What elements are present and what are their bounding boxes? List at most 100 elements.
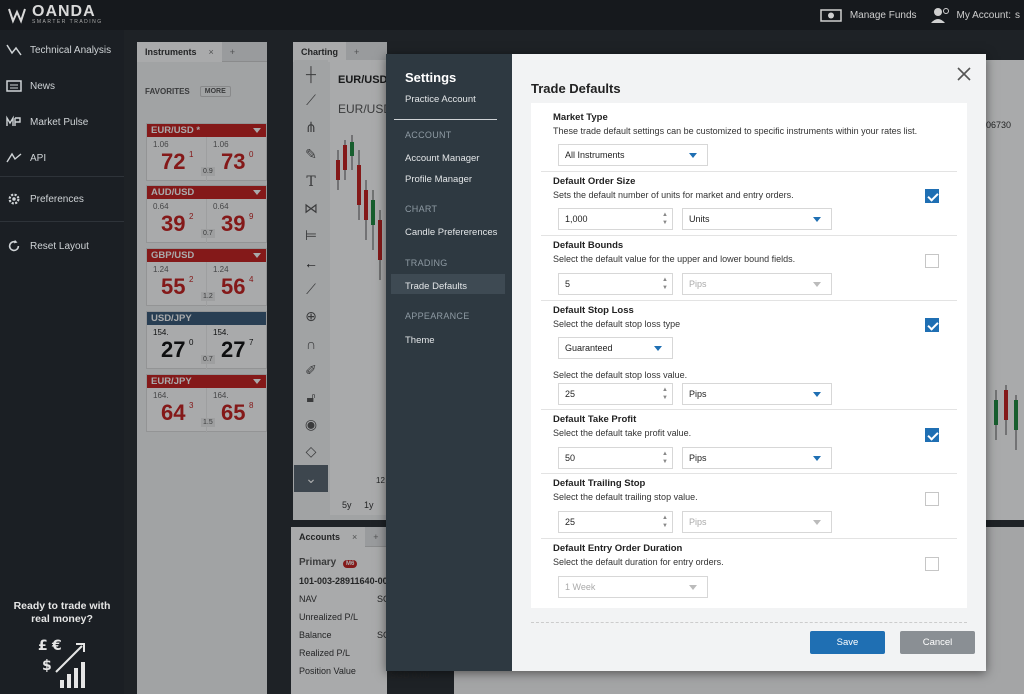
close-icon[interactable]	[956, 66, 972, 82]
my-account-button[interactable]: My Account: s	[930, 7, 1020, 23]
section-description: Select the default stop loss type	[553, 319, 681, 329]
manage-funds-button[interactable]: Manage Funds	[820, 8, 917, 22]
order-size-unit-select[interactable]: Units	[682, 208, 832, 230]
my-account-label: My Account:	[956, 9, 1011, 21]
section-description: Select the default trailing stop value.	[553, 492, 698, 502]
section-description: Select the default value for the upper a…	[553, 254, 796, 264]
divider	[541, 473, 957, 474]
top-bar: OANDA SMARTER TRADING Manage Funds My Ac…	[0, 0, 1024, 30]
nav-preferences[interactable]: Preferences	[0, 177, 124, 221]
select-value: 1 Week	[565, 582, 596, 592]
api-icon	[6, 152, 22, 163]
svg-text:$: $	[42, 658, 52, 674]
sidebar-item-theme[interactable]: Theme	[405, 335, 435, 346]
order-size-checkbox[interactable]	[925, 189, 939, 203]
stepper-icon[interactable]: ▲ ▼	[662, 450, 668, 466]
take-profit-unit-select[interactable]: Pips	[682, 447, 832, 469]
nav-api[interactable]: API	[0, 140, 124, 176]
bounds-input[interactable]: 5 ▲ ▼	[558, 273, 673, 295]
cancel-button[interactable]: Cancel	[900, 631, 975, 654]
trailing-stop-input[interactable]: 25 ▲ ▼	[558, 511, 673, 533]
section-description: These trade default settings can be cust…	[553, 126, 918, 136]
entry-duration-select: 1 Week	[558, 576, 708, 598]
bounds-section: Default Bounds Select the default value …	[553, 240, 953, 264]
divider	[541, 409, 957, 410]
stop-loss-unit-select[interactable]: Pips	[682, 383, 832, 405]
divider	[541, 300, 957, 301]
trailing-stop-checkbox[interactable]	[925, 492, 939, 506]
section-title: Default Bounds	[553, 240, 624, 251]
chevron-down-icon	[813, 520, 821, 525]
take-profit-checkbox[interactable]	[925, 428, 939, 442]
stop-loss-value-label: Select the default stop loss value.	[553, 367, 953, 380]
save-button[interactable]: Save	[810, 631, 885, 654]
analysis-icon	[6, 44, 22, 56]
section-title: Default Stop Loss	[553, 305, 634, 316]
input-value: 5	[565, 279, 571, 289]
chevron-down-icon	[813, 282, 821, 287]
nav-reset-layout[interactable]: Reset Layout	[0, 222, 124, 270]
money-icon	[820, 9, 842, 22]
nav-label: API	[30, 152, 47, 164]
section-title: Market Type	[553, 112, 608, 123]
market-type-select[interactable]: All Instruments	[558, 144, 708, 166]
stop-loss-type-select[interactable]: Guaranteed	[558, 337, 673, 359]
nav-technical-analysis[interactable]: Technical Analysis	[0, 32, 124, 68]
reset-icon	[8, 239, 20, 252]
divider	[541, 171, 957, 172]
nav-market-pulse[interactable]: Market Pulse	[0, 104, 124, 140]
money-growth-icon: £ € $	[38, 638, 85, 688]
market-type-section: Market Type These trade default settings…	[553, 112, 953, 136]
section-trading: TRADING	[405, 258, 448, 268]
stepper-icon[interactable]: ▲ ▼	[662, 211, 668, 227]
stop-loss-section: Default Stop Loss Select the default sto…	[553, 305, 953, 329]
settings-content: Trade Defaults Market Type These trade d…	[512, 54, 986, 671]
stepper-icon[interactable]: ▲ ▼	[662, 386, 668, 402]
order-size-section: Default Order Size Sets the default numb…	[553, 176, 953, 200]
nav-news[interactable]: News	[0, 68, 124, 104]
news-icon	[6, 80, 22, 92]
nav-label: Market Pulse	[30, 116, 89, 128]
market-pulse-icon	[6, 115, 21, 126]
brand-name: OANDA	[32, 3, 96, 20]
input-value: 25	[565, 389, 576, 399]
bounds-unit-select: Pips	[682, 273, 832, 295]
promo-banner[interactable]: Ready to trade with real money? £ € $	[0, 600, 124, 694]
sidebar-divider	[394, 119, 497, 120]
section-description: Select the default take profit value.	[553, 428, 692, 438]
svg-text:£: £	[38, 638, 48, 654]
sidebar-item-account-manager[interactable]: Account Manager	[405, 153, 479, 164]
sidebar-item-candle-preferences[interactable]: Candle Prefererences	[405, 227, 497, 238]
divider	[541, 235, 957, 236]
user-settings-icon	[930, 8, 949, 23]
stop-loss-input[interactable]: 25 ▲ ▼	[558, 383, 673, 405]
section-title: Default Entry Order Duration	[553, 543, 683, 554]
sidebar-item-profile-manager[interactable]: Profile Manager	[405, 174, 472, 185]
nav-label: Technical Analysis	[30, 44, 112, 56]
section-title: Default Take Profit	[553, 414, 637, 425]
nav-label: News	[30, 80, 56, 92]
stepper-icon[interactable]: ▲ ▼	[662, 514, 668, 530]
take-profit-input[interactable]: 50 ▲ ▼	[558, 447, 673, 469]
promo-text: Ready to trade with real money?	[13, 600, 111, 625]
sidebar-item-trade-defaults[interactable]: Trade Defaults	[405, 281, 467, 292]
stop-loss-checkbox[interactable]	[925, 318, 939, 332]
divider	[541, 538, 957, 539]
select-value: Pips	[689, 517, 707, 527]
trailing-stop-section: Default Trailing Stop Select the default…	[553, 478, 953, 502]
stepper-icon[interactable]: ▲ ▼	[662, 276, 668, 292]
chevron-down-icon	[813, 217, 821, 222]
bounds-checkbox[interactable]	[925, 254, 939, 268]
input-value: 25	[565, 517, 576, 527]
chevron-down-icon	[689, 585, 697, 590]
entry-duration-checkbox[interactable]	[925, 557, 939, 571]
order-size-input[interactable]: 1,000 ▲ ▼	[558, 208, 673, 230]
input-value: 50	[565, 453, 576, 463]
page-title: Trade Defaults	[531, 81, 621, 96]
section-appearance: APPEARANCE	[405, 311, 470, 321]
account-name: s	[1015, 9, 1020, 21]
take-profit-section: Default Take Profit Select the default t…	[553, 414, 953, 438]
settings-modal: Settings Practice Account ACCOUNT Accoun…	[386, 54, 986, 671]
oanda-logo[interactable]: OANDA SMARTER TRADING	[8, 3, 103, 25]
input-value: 1,000	[565, 214, 588, 224]
